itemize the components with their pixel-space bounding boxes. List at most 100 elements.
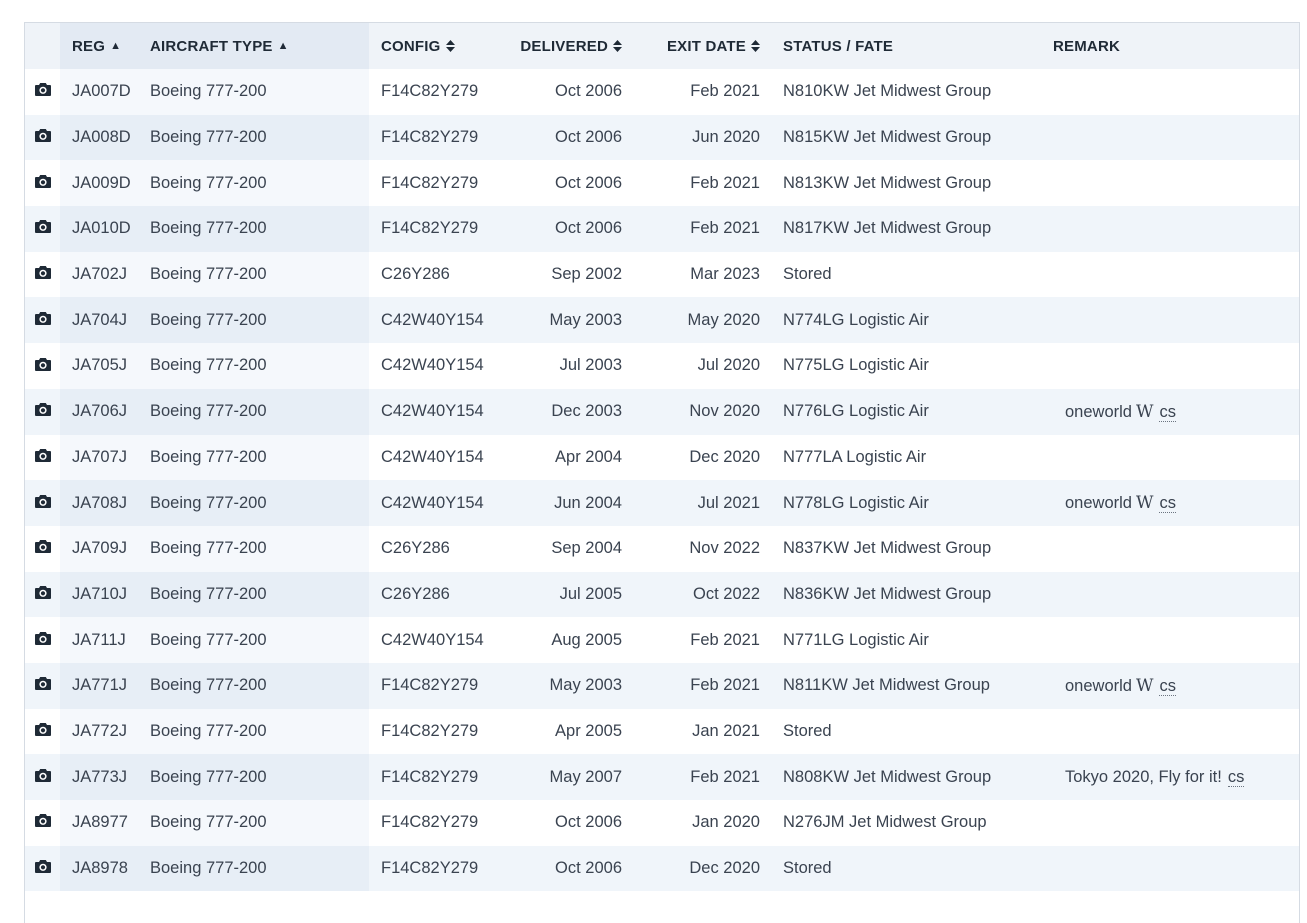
remark-cell	[1053, 800, 1299, 846]
config-cell: C42W40Y154	[369, 434, 503, 481]
exit-date-cell: Dec 2020	[645, 434, 783, 481]
camera-icon[interactable]	[34, 494, 51, 513]
wikipedia-icon[interactable]: W	[1136, 676, 1153, 696]
photo-cell[interactable]	[25, 297, 60, 344]
aircraft-type-cell: Boeing 777-200	[150, 251, 369, 298]
delivered-cell: Oct 2006	[503, 206, 645, 252]
color-scheme-link[interactable]: cs	[1227, 767, 1245, 787]
table-row: JA706J Boeing 777-200 C42W40Y154 Dec 2003 No…	[25, 388, 1299, 435]
header-remark: REMARK	[1053, 23, 1299, 69]
delivered-cell: Jun 2004	[503, 480, 645, 526]
remark-cell	[1053, 69, 1299, 115]
photo-cell[interactable]	[25, 800, 60, 846]
wikipedia-icon[interactable]: W	[1136, 402, 1153, 422]
camera-icon[interactable]	[34, 539, 51, 558]
config-cell: C42W40Y154	[369, 388, 503, 435]
photo-cell[interactable]	[25, 343, 60, 389]
color-scheme-link[interactable]: cs	[1159, 402, 1176, 422]
sort-asc-icon: ▲	[277, 39, 289, 52]
photo-cell[interactable]	[25, 434, 60, 481]
status-cell: N837KW Jet Midwest Group	[783, 525, 1053, 572]
exit-date-cell: Dec 2020	[645, 845, 783, 892]
camera-icon[interactable]	[34, 265, 51, 284]
table-row: JA8978 Boeing 777-200 F14C82Y279 Oct 2006 De…	[25, 845, 1299, 892]
status-cell: N836KW Jet Midwest Group	[783, 571, 1053, 618]
remark-text: oneworld	[1065, 494, 1132, 513]
reg-cell: JA010D	[60, 206, 150, 252]
exit-date-cell: Feb 2021	[645, 160, 783, 207]
remark-cell	[1053, 114, 1299, 161]
color-scheme-link[interactable]: cs	[1159, 494, 1176, 514]
camera-icon[interactable]	[34, 402, 51, 421]
sort-both-icon	[445, 39, 455, 52]
photo-cell[interactable]	[25, 206, 60, 252]
exit-date-cell: Jan 2020	[645, 800, 783, 846]
fleet-table: REG ▲ AIRCRAFT TYPE ▲ CONFIG DELIVERED EXI…	[25, 23, 1299, 892]
photo-cell[interactable]	[25, 571, 60, 618]
header-status: STATUS / FATE	[783, 23, 1053, 69]
reg-cell: JA772J	[60, 708, 150, 755]
exit-date-cell: Nov 2020	[645, 388, 783, 435]
aircraft-type-cell: Boeing 777-200	[150, 617, 369, 663]
remark-cell	[1053, 297, 1299, 344]
photo-cell[interactable]	[25, 525, 60, 572]
photo-cell[interactable]	[25, 160, 60, 207]
camera-icon[interactable]	[34, 859, 51, 878]
reg-cell: JA771J	[60, 662, 150, 709]
camera-icon[interactable]	[34, 128, 51, 147]
remark-cell: oneworld Wcs	[1053, 388, 1299, 435]
remark-cell	[1053, 845, 1299, 892]
camera-icon[interactable]	[34, 768, 51, 787]
photo-cell[interactable]	[25, 708, 60, 755]
header-delivered[interactable]: DELIVERED	[503, 23, 645, 69]
remark-cell	[1053, 525, 1299, 572]
camera-icon[interactable]	[34, 174, 51, 193]
photo-cell[interactable]	[25, 388, 60, 435]
aircraft-type-cell: Boeing 777-200	[150, 845, 369, 892]
reg-cell: JA711J	[60, 617, 150, 663]
table-row: JA008D Boeing 777-200 F14C82Y279 Oct 2006 Ju…	[25, 114, 1299, 161]
aircraft-type-cell: Boeing 777-200	[150, 69, 369, 115]
photo-cell[interactable]	[25, 754, 60, 800]
header-exit-date[interactable]: EXIT DATE	[645, 23, 783, 69]
delivered-cell: Oct 2006	[503, 800, 645, 846]
header-config-label: CONFIG	[381, 37, 441, 55]
camera-icon[interactable]	[34, 722, 51, 741]
photo-cell[interactable]	[25, 69, 60, 115]
photo-cell[interactable]	[25, 662, 60, 709]
header-aircraft-type[interactable]: AIRCRAFT TYPE ▲	[150, 23, 369, 69]
color-scheme-link[interactable]: cs	[1159, 676, 1176, 696]
camera-icon[interactable]	[34, 357, 51, 376]
photo-cell[interactable]	[25, 845, 60, 892]
status-cell: Stored	[783, 845, 1053, 892]
camera-icon[interactable]	[34, 676, 51, 695]
camera-icon[interactable]	[34, 311, 51, 330]
camera-icon[interactable]	[34, 82, 51, 101]
aircraft-type-cell: Boeing 777-200	[150, 297, 369, 344]
camera-icon[interactable]	[34, 631, 51, 650]
camera-icon[interactable]	[34, 813, 51, 832]
status-cell: Stored	[783, 251, 1053, 298]
aircraft-type-cell: Boeing 777-200	[150, 571, 369, 618]
header-reg[interactable]: REG ▲	[60, 23, 150, 69]
aircraft-type-cell: Boeing 777-200	[150, 388, 369, 435]
reg-cell: JA008D	[60, 114, 150, 161]
camera-icon[interactable]	[34, 585, 51, 604]
photo-cell[interactable]	[25, 480, 60, 526]
wikipedia-icon[interactable]: W	[1136, 493, 1153, 513]
photo-cell[interactable]	[25, 617, 60, 663]
table-row: JA8977 Boeing 777-200 F14C82Y279 Oct 2006 Ja…	[25, 800, 1299, 846]
photo-cell[interactable]	[25, 251, 60, 298]
delivered-cell: Apr 2004	[503, 434, 645, 481]
aircraft-type-cell: Boeing 777-200	[150, 206, 369, 252]
camera-icon[interactable]	[34, 448, 51, 467]
remark-cell	[1053, 617, 1299, 663]
header-config[interactable]: CONFIG	[369, 23, 503, 69]
photo-cell[interactable]	[25, 114, 60, 161]
exit-date-cell: Nov 2022	[645, 525, 783, 572]
reg-cell: JA706J	[60, 388, 150, 435]
camera-icon[interactable]	[34, 219, 51, 238]
delivered-cell: May 2003	[503, 662, 645, 709]
delivered-cell: May 2007	[503, 754, 645, 800]
aircraft-type-cell: Boeing 777-200	[150, 800, 369, 846]
